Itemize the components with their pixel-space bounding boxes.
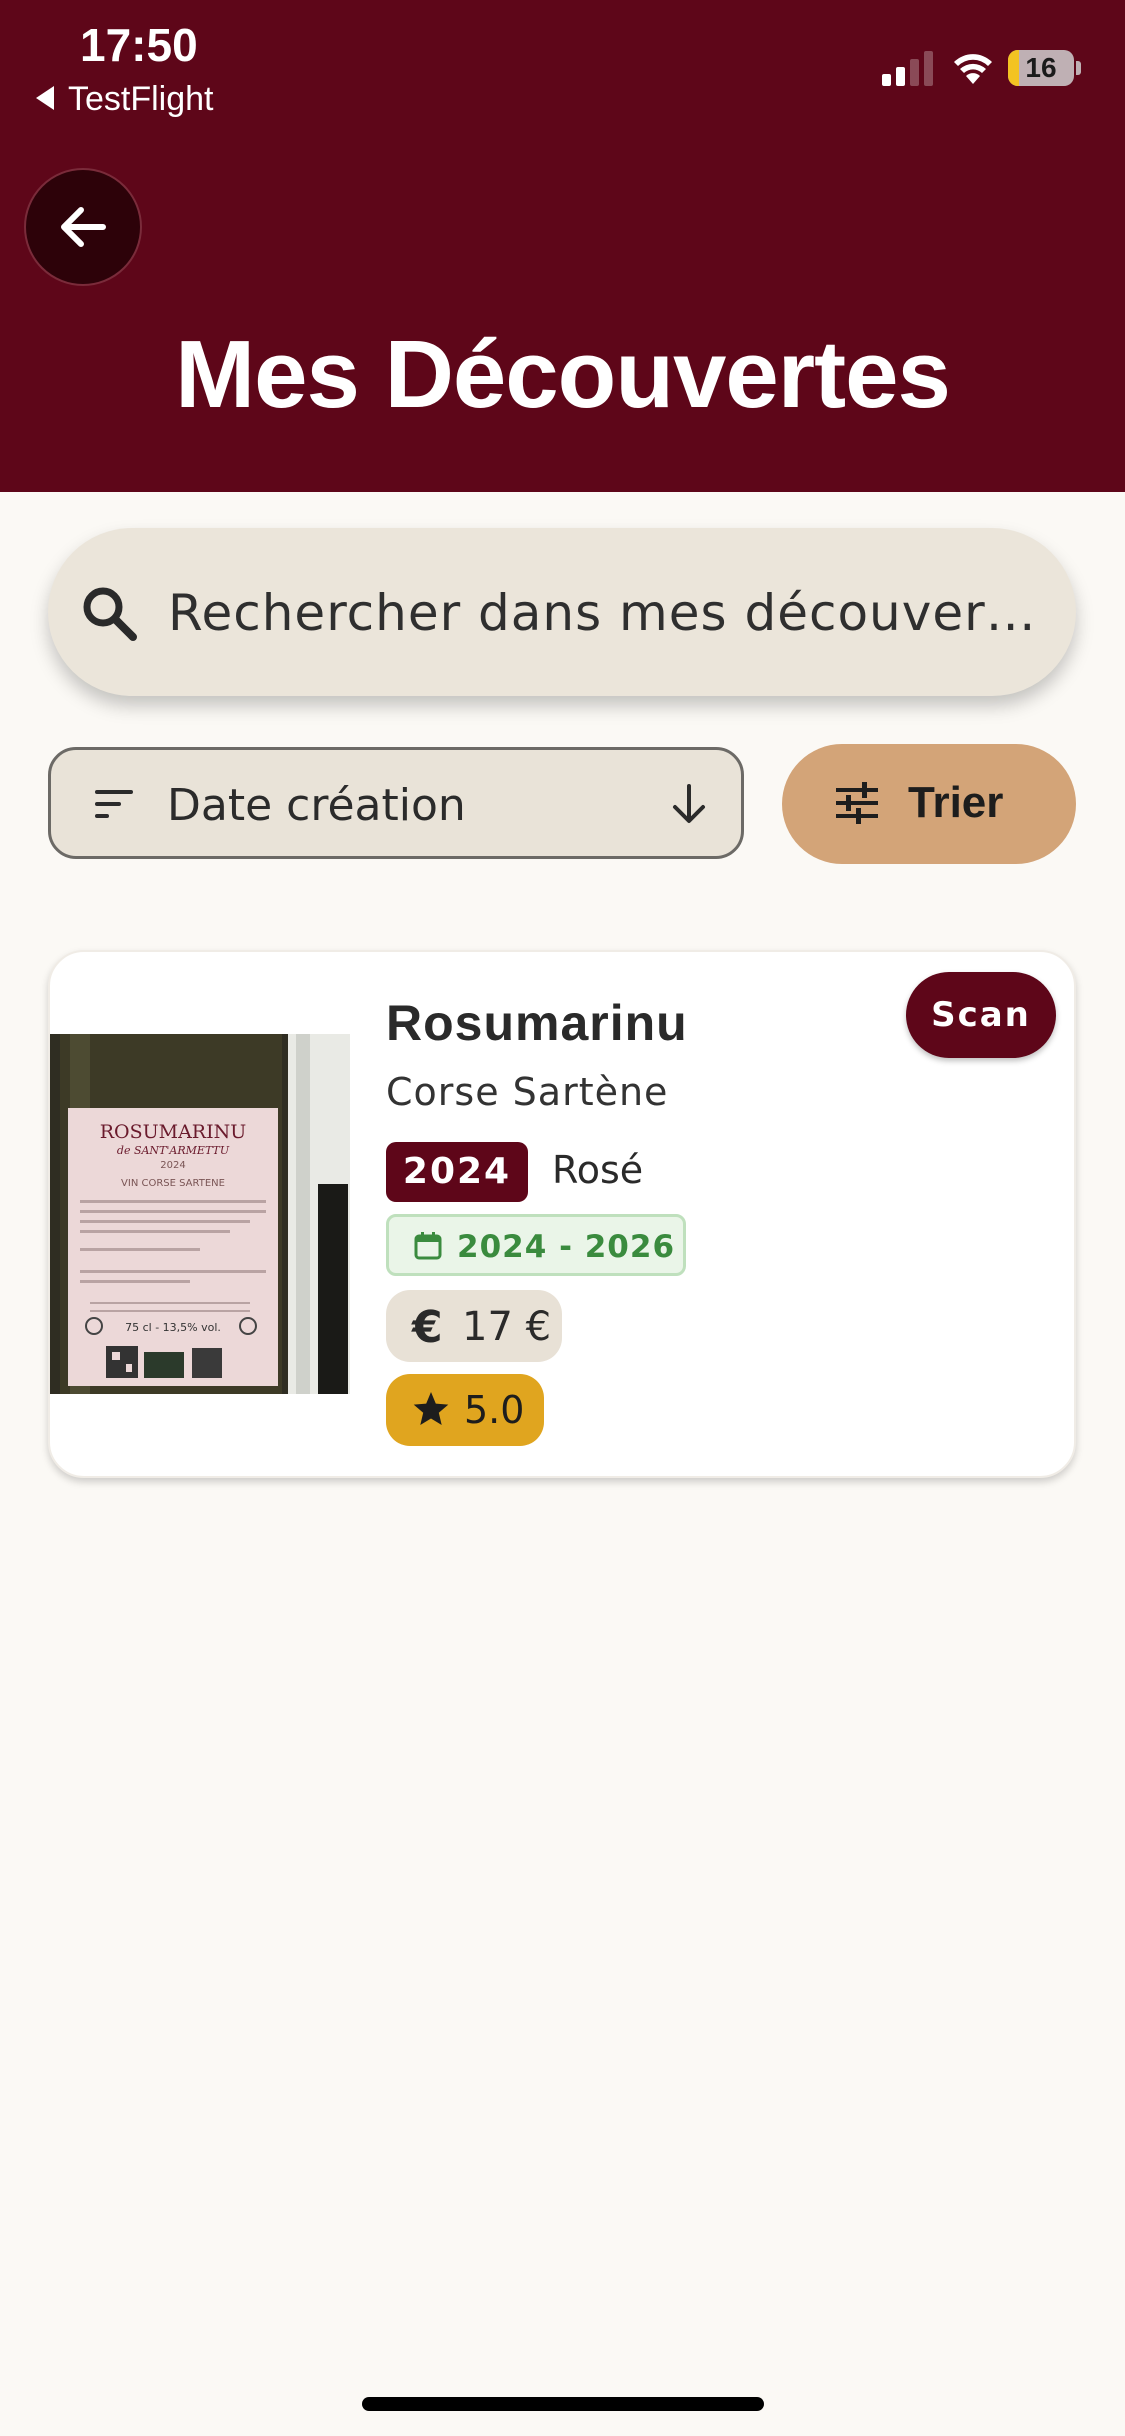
back-app-label: TestFlight [68, 80, 214, 118]
vintage-chip: 2024 [386, 1142, 528, 1202]
label-vintage: 2024 [160, 1160, 185, 1171]
drinking-window: 2024 - 2026 [457, 1229, 676, 1265]
page-title: Mes Découvertes [175, 321, 951, 428]
arrow-left-icon [61, 207, 106, 247]
calendar-icon [414, 1232, 442, 1260]
cellular-signal-icon [882, 51, 933, 86]
wine-rating: 5.0 [464, 1388, 525, 1432]
star-icon [413, 1392, 449, 1425]
wine-price: 17 € [462, 1304, 552, 1350]
wine-region: Corse Sartène [386, 1070, 669, 1114]
tune-icon [836, 782, 878, 824]
app-header: 17:50 TestFlight 16 Mes Découvertes [0, 0, 1125, 492]
arrow-down-icon [673, 784, 705, 823]
sort-button-label: Trier [908, 778, 1004, 827]
sort-lines-icon [95, 790, 133, 818]
wine-photo: ROSUMARINU de SANT'ARMETTU 2024 VIN CORS… [50, 1034, 350, 1394]
wine-card[interactable]: ROSUMARINU de SANT'ARMETTU 2024 VIN CORS… [48, 950, 1076, 1478]
label-brand: ROSUMARINU [100, 1121, 247, 1143]
back-to-app-link[interactable]: TestFlight [36, 80, 214, 119]
source-badge: Scan [906, 972, 1056, 1058]
label-volume: 75 cl - 13,5% vol. [125, 1321, 221, 1334]
status-time: 17:50 [80, 19, 198, 71]
search-bar[interactable]: Rechercher dans mes découvert… [48, 528, 1076, 696]
back-triangle-icon [36, 86, 54, 111]
wine-name: Rosumarinu [386, 995, 688, 1051]
sort-dropdown[interactable]: Date création [48, 747, 744, 859]
label-producer: de SANT'ARMETTU [117, 1144, 230, 1157]
label-appellation: VIN CORSE SARTENE [121, 1178, 225, 1189]
search-icon [83, 587, 137, 641]
drinking-window-chip: 2024 - 2026 [386, 1214, 686, 1276]
wine-color: Rosé [552, 1148, 644, 1192]
price-chip: € 17 € [386, 1290, 562, 1362]
home-indicator[interactable] [362, 2397, 764, 2411]
battery-icon: 16 [1008, 50, 1082, 86]
wifi-icon [954, 54, 992, 84]
back-button[interactable] [24, 168, 142, 286]
rating-chip: 5.0 [386, 1374, 544, 1446]
search-input[interactable]: Rechercher dans mes découvert… [168, 584, 1048, 642]
sort-button[interactable]: Trier [782, 744, 1076, 864]
sort-selected-value: Date création [167, 780, 466, 831]
euro-icon: € [412, 1302, 443, 1353]
battery-level: 16 [1025, 52, 1057, 83]
